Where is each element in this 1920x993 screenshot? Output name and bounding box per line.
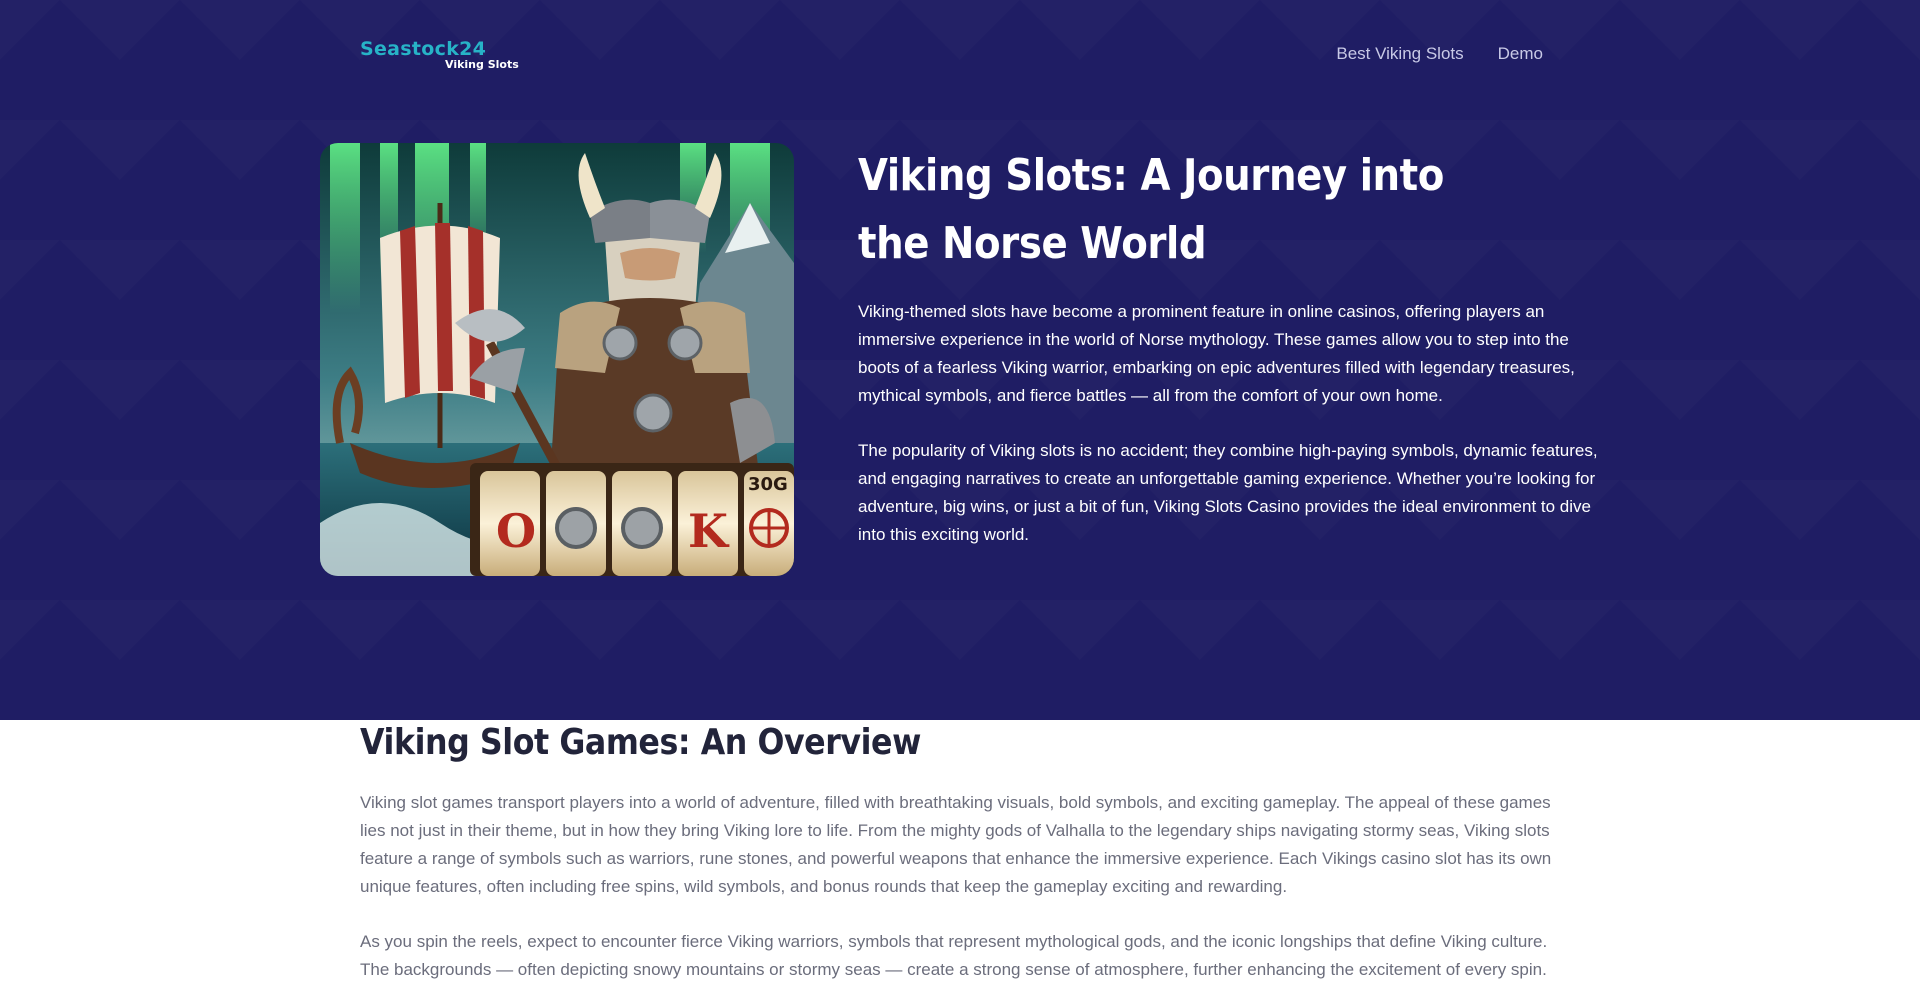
nav-link-demo[interactable]: Demo: [1498, 44, 1543, 64]
logo-wordmark: Seastock24: [360, 38, 487, 60]
hero-paragraph-2: The popularity of Viking slots is no acc…: [858, 441, 1598, 544]
overview-paragraph-1: Viking slot games transport players into…: [360, 793, 1552, 896]
main-nav: Best Viking Slots Demo: [1336, 44, 1543, 64]
reel-symbol-k: K: [688, 504, 730, 558]
reel-top-label: 30G: [748, 474, 788, 495]
hero-section: Seastock24 Viking Slots Best Viking Slot…: [0, 0, 1920, 720]
site-logo[interactable]: Seastock24 Viking Slots: [360, 38, 520, 78]
reel-symbol-o: O: [496, 504, 536, 558]
overview-paragraph-2: As you spin the reels, expect to encount…: [360, 932, 1548, 979]
overview-title: Viking Slot Games: An Overview: [360, 722, 921, 763]
hero-image-viking-warrior: O K 30G: [320, 143, 794, 576]
hero-title: Viking Slots: A Journey into the Norse W…: [858, 150, 1444, 269]
hero-paragraph-1: Viking-themed slots have become a promin…: [858, 302, 1575, 405]
nav-link-best-viking-slots[interactable]: Best Viking Slots: [1336, 44, 1463, 64]
logo-tagline: Viking Slots: [445, 58, 519, 71]
